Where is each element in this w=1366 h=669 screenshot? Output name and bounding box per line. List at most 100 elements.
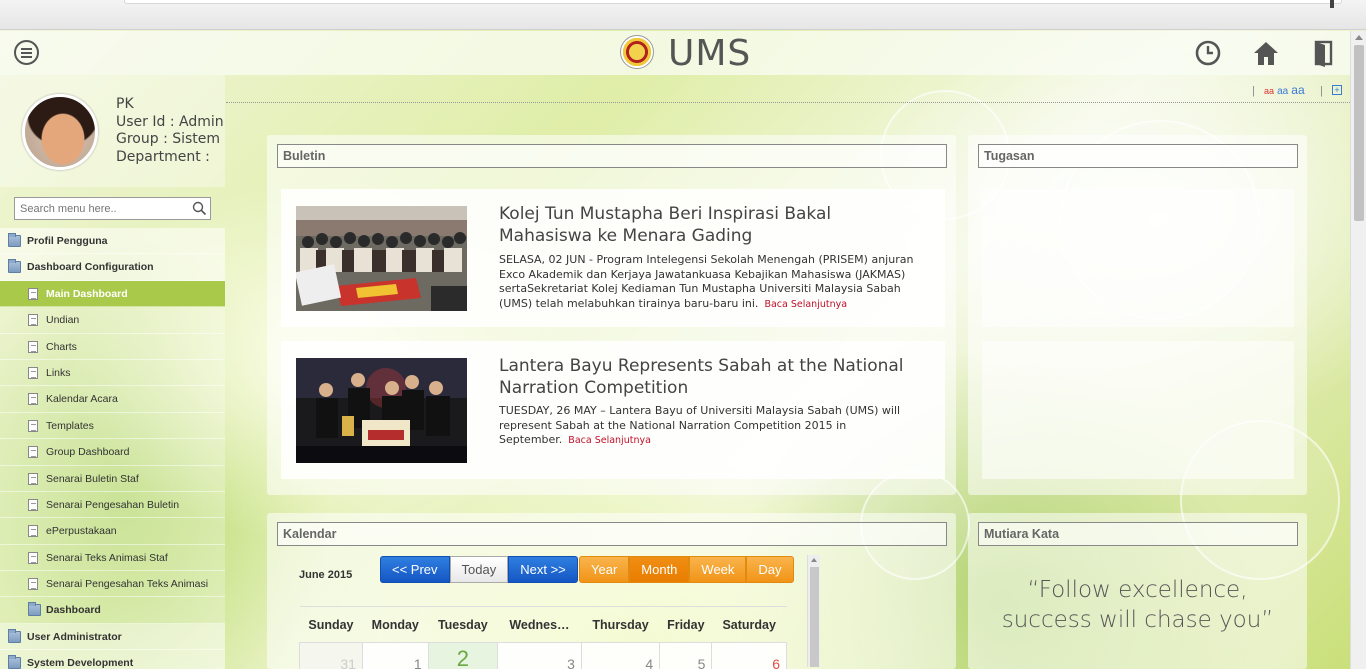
document-icon (28, 446, 38, 459)
view-month-button[interactable]: Month (629, 556, 690, 583)
read-more-link[interactable]: Baca Selanjutnya (568, 435, 651, 446)
sidebar-item-label: Dashboard Configuration (27, 261, 154, 274)
weekday-label: Thursday (581, 606, 660, 643)
weekday-label: Sunday (299, 606, 363, 643)
sidebar-item-label: Senarai Pengesahan Teks Animasi (46, 578, 209, 591)
document-icon (28, 498, 38, 511)
sidebar-item-templates[interactable]: Templates (0, 412, 225, 440)
font-medium-link[interactable]: aa (1277, 86, 1288, 97)
document-icon (28, 551, 38, 564)
sidebar-item-charts[interactable]: Charts (0, 333, 225, 360)
document-icon (28, 287, 38, 300)
sidebar-menu: Profil Pengguna Dashboard Configuration Ma… (0, 228, 225, 669)
sidebar-item-label: Kalendar Acara (46, 393, 118, 406)
weekday-label: Wednes… (497, 606, 582, 643)
scroll-up-arrow-icon[interactable] (811, 558, 817, 562)
calendar-day-cell[interactable]: 4 (580, 642, 661, 669)
address-bar (124, 0, 1342, 4)
document-icon (28, 366, 38, 379)
browser-control (1330, 0, 1334, 8)
news-body: SELASA, 02 JUN - Program Intelegensi Sek… (499, 253, 929, 312)
calendar-scrollbar[interactable] (807, 555, 820, 667)
font-large-link[interactable]: aa (1291, 83, 1304, 97)
calendar-grid: Sunday Monday Tuesday Wednes… Thursday F… (299, 606, 787, 669)
home-icon[interactable] (1251, 38, 1281, 68)
sidebar-item-user-administrator[interactable]: User Administrator (0, 623, 225, 651)
folder-icon (8, 655, 21, 669)
search-input[interactable] (15, 198, 190, 219)
calendar-day-cell[interactable]: 1 (361, 642, 429, 669)
profile-details: PK User Id : Admin Group : Sistem Depart… (116, 96, 224, 166)
calendar-scrollbar-thumb[interactable] (810, 567, 819, 667)
news-title[interactable]: Lantera Bayu Represents Sabah at the Nat… (499, 355, 909, 399)
buletin-title: Buletin (277, 144, 947, 168)
sidebar-item-senarai-pengesahan-teks-animasi[interactable]: Senarai Pengesahan Teks Animasi (0, 571, 225, 598)
sidebar-item-senarai-teks-animasi-staf[interactable]: Senarai Teks Animasi Staf (0, 544, 225, 572)
menu-toggle-icon[interactable] (14, 40, 39, 65)
sidebar-item-senarai-pengesahan-buletin[interactable]: Senarai Pengesahan Buletin (0, 491, 225, 519)
view-week-button[interactable]: Week (689, 556, 747, 583)
user-profile: PK User Id : Admin Group : Sistem Depart… (0, 75, 225, 187)
sidebar-item-kalendar-acara[interactable]: Kalendar Acara (0, 386, 225, 413)
logout-icon[interactable] (1309, 38, 1339, 68)
scrollbar-thumb[interactable] (1354, 45, 1364, 221)
scroll-up-arrow-icon[interactable] (1355, 35, 1363, 40)
kalendar-panel: Kalendar June 2015 << Prev Today Next >>… (267, 513, 956, 669)
calendar-day-cell[interactable]: 3 (497, 642, 582, 669)
sidebar-item-system-development[interactable]: System Development (0, 650, 225, 669)
calendar-day-cell[interactable]: 5 (659, 642, 713, 669)
read-more-link[interactable]: Baca Selanjutnya (764, 299, 847, 310)
avatar (22, 94, 98, 170)
document-icon (28, 472, 38, 485)
prev-button[interactable]: << Prev (380, 556, 450, 583)
view-day-button[interactable]: Day (746, 556, 794, 583)
news-body: TUESDAY, 26 MAY – Lantera Bayu of Univer… (499, 404, 929, 449)
font-small-link[interactable]: aa (1264, 86, 1274, 96)
news-body-text: SELASA, 02 JUN - Program Intelegensi Sek… (499, 253, 914, 310)
document-icon (28, 393, 38, 406)
calendar-view-buttons: Year Month Week Day (579, 556, 794, 583)
profile-group: Group : Sistem (116, 131, 221, 147)
sidebar-item-label: User Administrator (27, 630, 122, 643)
sidebar-item-profil-pengguna[interactable]: Profil Pengguna (0, 228, 225, 255)
sidebar-item-eperpustakaan[interactable]: ePerpustakaan (0, 518, 225, 545)
document-icon (28, 578, 38, 591)
next-button[interactable]: Next >> (508, 556, 578, 583)
calendar-today-cell[interactable]: 2 (427, 642, 499, 669)
page-scrollbar[interactable] (1350, 31, 1366, 669)
clock-icon[interactable] (1193, 38, 1223, 68)
sidebar-item-group-dashboard[interactable]: Group Dashboard (0, 439, 225, 466)
search-icon[interactable] (192, 201, 207, 216)
document-icon (28, 340, 38, 353)
browser-top-strip (0, 0, 1366, 30)
sidebar-item-label: Templates (46, 419, 94, 432)
sidebar-item-label: Senarai Buletin Staf (46, 472, 139, 485)
news-title[interactable]: Kolej Tun Mustapha Beri Inspirasi Bakal … (499, 203, 909, 247)
quote-line: “Follow excellence, (1027, 577, 1248, 603)
tugasan-panel: Tugasan (968, 135, 1307, 495)
view-year-button[interactable]: Year (579, 556, 630, 583)
sidebar-item-label: Profil Pengguna (27, 235, 108, 247)
calendar-month-label: June 2015 (299, 569, 353, 581)
sidebar-item-senarai-buletin-staf[interactable]: Senarai Buletin Staf (0, 465, 225, 492)
sidebar-item-label: Undian (46, 314, 80, 327)
weekday-header-row: Sunday Monday Tuesday Wednes… Thursday F… (299, 606, 787, 643)
sidebar-item-main-dashboard[interactable]: Main Dashboard (0, 280, 225, 308)
mutiara-title: Mutiara Kata (978, 522, 1298, 546)
news-image[interactable] (296, 358, 467, 463)
sidebar-item-links[interactable]: Links (0, 359, 225, 387)
sidebar-item-label: System Development (27, 657, 134, 669)
calendar-nav-buttons: << Prev Today Next >> (380, 556, 578, 583)
mutiara-panel: Mutiara Kata “Follow excellence, success… (968, 513, 1307, 669)
sidebar-item-dashboard-configuration[interactable]: Dashboard Configuration (0, 254, 225, 281)
sidebar-item-label: Main Dashboard (46, 287, 128, 300)
news-image[interactable] (296, 206, 467, 311)
sidebar-item-label: Links (46, 366, 71, 379)
kalendar-title: Kalendar (277, 522, 947, 546)
calendar-day-cell[interactable]: 6 (711, 642, 787, 669)
sidebar-item-undian[interactable]: Undian (0, 307, 225, 334)
sidebar-item-dashboard[interactable]: Dashboard (0, 597, 225, 624)
today-button[interactable]: Today (449, 556, 509, 583)
add-widget-icon[interactable]: + (1332, 85, 1342, 95)
calendar-day-cell[interactable]: 31 (299, 642, 363, 669)
